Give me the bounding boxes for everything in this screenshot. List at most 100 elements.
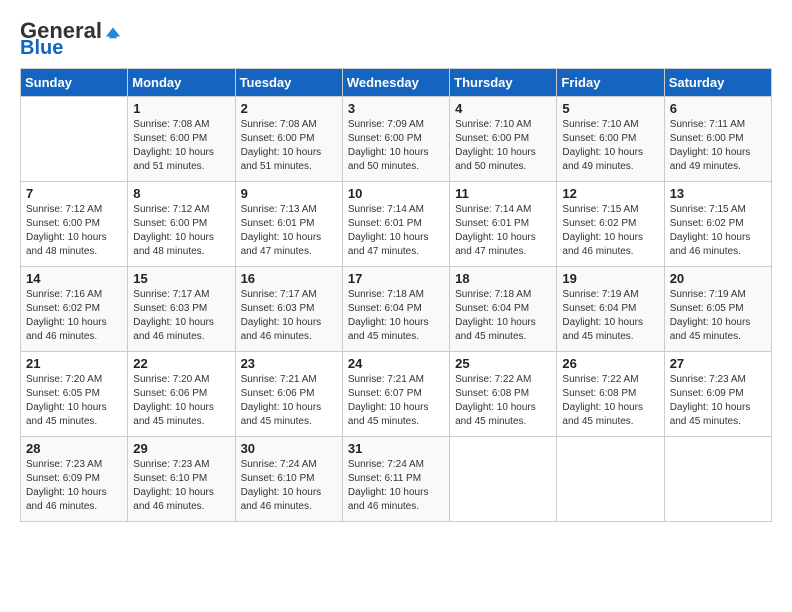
day-number: 15 [133, 271, 229, 286]
sunset-label: Sunset: 6:00 PM [455, 133, 529, 144]
sunset-label: Sunset: 6:01 PM [241, 218, 315, 229]
sunset-label: Sunset: 6:06 PM [133, 388, 207, 399]
calendar-cell: 2 Sunrise: 7:08 AM Sunset: 6:00 PM Dayli… [235, 97, 342, 182]
day-info: Sunrise: 7:13 AM Sunset: 6:01 PM Dayligh… [241, 203, 337, 259]
calendar-cell [450, 437, 557, 522]
sunset-label: Sunset: 6:00 PM [133, 133, 207, 144]
daylight-label: Daylight: 10 hours and 46 minutes. [241, 487, 322, 512]
day-info: Sunrise: 7:10 AM Sunset: 6:00 PM Dayligh… [455, 118, 551, 174]
daylight-label: Daylight: 10 hours and 48 minutes. [133, 232, 214, 257]
day-number: 28 [26, 441, 122, 456]
sunrise-label: Sunrise: 7:24 AM [348, 459, 424, 470]
sunrise-label: Sunrise: 7:24 AM [241, 459, 317, 470]
sunrise-label: Sunrise: 7:14 AM [455, 204, 531, 215]
day-info: Sunrise: 7:18 AM Sunset: 6:04 PM Dayligh… [348, 288, 444, 344]
day-info: Sunrise: 7:24 AM Sunset: 6:11 PM Dayligh… [348, 458, 444, 514]
sunset-label: Sunset: 6:09 PM [670, 388, 744, 399]
sunrise-label: Sunrise: 7:22 AM [562, 374, 638, 385]
sunset-label: Sunset: 6:04 PM [562, 303, 636, 314]
sunrise-label: Sunrise: 7:15 AM [562, 204, 638, 215]
day-number: 19 [562, 271, 658, 286]
day-info: Sunrise: 7:15 AM Sunset: 6:02 PM Dayligh… [670, 203, 766, 259]
logo: General Blue [20, 20, 122, 58]
calendar-week: 21 Sunrise: 7:20 AM Sunset: 6:05 PM Dayl… [21, 352, 772, 437]
day-number: 27 [670, 356, 766, 371]
daylight-label: Daylight: 10 hours and 46 minutes. [26, 317, 107, 342]
calendar-cell: 30 Sunrise: 7:24 AM Sunset: 6:10 PM Dayl… [235, 437, 342, 522]
day-info: Sunrise: 7:21 AM Sunset: 6:07 PM Dayligh… [348, 373, 444, 429]
sunrise-label: Sunrise: 7:14 AM [348, 204, 424, 215]
calendar-cell: 26 Sunrise: 7:22 AM Sunset: 6:08 PM Dayl… [557, 352, 664, 437]
daylight-label: Daylight: 10 hours and 46 minutes. [26, 487, 107, 512]
day-number: 30 [241, 441, 337, 456]
day-number: 12 [562, 186, 658, 201]
daylight-label: Daylight: 10 hours and 51 minutes. [133, 147, 214, 172]
day-number: 16 [241, 271, 337, 286]
calendar-cell: 3 Sunrise: 7:09 AM Sunset: 6:00 PM Dayli… [342, 97, 449, 182]
daylight-label: Daylight: 10 hours and 45 minutes. [455, 317, 536, 342]
calendar-cell: 21 Sunrise: 7:20 AM Sunset: 6:05 PM Dayl… [21, 352, 128, 437]
sunrise-label: Sunrise: 7:13 AM [241, 204, 317, 215]
calendar-cell: 19 Sunrise: 7:19 AM Sunset: 6:04 PM Dayl… [557, 267, 664, 352]
sunrise-label: Sunrise: 7:10 AM [455, 119, 531, 130]
day-info: Sunrise: 7:20 AM Sunset: 6:05 PM Dayligh… [26, 373, 122, 429]
day-info: Sunrise: 7:14 AM Sunset: 6:01 PM Dayligh… [348, 203, 444, 259]
weekday-header: Saturday [664, 69, 771, 97]
day-info: Sunrise: 7:15 AM Sunset: 6:02 PM Dayligh… [562, 203, 658, 259]
calendar-cell: 4 Sunrise: 7:10 AM Sunset: 6:00 PM Dayli… [450, 97, 557, 182]
sunset-label: Sunset: 6:00 PM [26, 218, 100, 229]
day-number: 17 [348, 271, 444, 286]
calendar-cell: 28 Sunrise: 7:23 AM Sunset: 6:09 PM Dayl… [21, 437, 128, 522]
calendar-cell: 12 Sunrise: 7:15 AM Sunset: 6:02 PM Dayl… [557, 182, 664, 267]
day-info: Sunrise: 7:23 AM Sunset: 6:09 PM Dayligh… [26, 458, 122, 514]
day-number: 14 [26, 271, 122, 286]
day-number: 22 [133, 356, 229, 371]
day-number: 3 [348, 101, 444, 116]
calendar-cell: 11 Sunrise: 7:14 AM Sunset: 6:01 PM Dayl… [450, 182, 557, 267]
sunset-label: Sunset: 6:07 PM [348, 388, 422, 399]
weekday-header: Wednesday [342, 69, 449, 97]
calendar-cell: 10 Sunrise: 7:14 AM Sunset: 6:01 PM Dayl… [342, 182, 449, 267]
sunset-label: Sunset: 6:05 PM [26, 388, 100, 399]
daylight-label: Daylight: 10 hours and 45 minutes. [348, 402, 429, 427]
calendar-cell: 7 Sunrise: 7:12 AM Sunset: 6:00 PM Dayli… [21, 182, 128, 267]
daylight-label: Daylight: 10 hours and 47 minutes. [241, 232, 322, 257]
sunset-label: Sunset: 6:05 PM [670, 303, 744, 314]
sunrise-label: Sunrise: 7:18 AM [348, 289, 424, 300]
calendar-cell: 23 Sunrise: 7:21 AM Sunset: 6:06 PM Dayl… [235, 352, 342, 437]
sunset-label: Sunset: 6:10 PM [241, 473, 315, 484]
daylight-label: Daylight: 10 hours and 45 minutes. [348, 317, 429, 342]
daylight-label: Daylight: 10 hours and 45 minutes. [562, 402, 643, 427]
calendar-week: 28 Sunrise: 7:23 AM Sunset: 6:09 PM Dayl… [21, 437, 772, 522]
day-info: Sunrise: 7:23 AM Sunset: 6:09 PM Dayligh… [670, 373, 766, 429]
sunrise-label: Sunrise: 7:18 AM [455, 289, 531, 300]
day-number: 11 [455, 186, 551, 201]
daylight-label: Daylight: 10 hours and 46 minutes. [133, 487, 214, 512]
calendar-cell: 15 Sunrise: 7:17 AM Sunset: 6:03 PM Dayl… [128, 267, 235, 352]
day-info: Sunrise: 7:09 AM Sunset: 6:00 PM Dayligh… [348, 118, 444, 174]
sunset-label: Sunset: 6:02 PM [670, 218, 744, 229]
day-info: Sunrise: 7:17 AM Sunset: 6:03 PM Dayligh… [241, 288, 337, 344]
day-number: 5 [562, 101, 658, 116]
day-info: Sunrise: 7:10 AM Sunset: 6:00 PM Dayligh… [562, 118, 658, 174]
sunrise-label: Sunrise: 7:21 AM [241, 374, 317, 385]
day-info: Sunrise: 7:14 AM Sunset: 6:01 PM Dayligh… [455, 203, 551, 259]
calendar-cell: 14 Sunrise: 7:16 AM Sunset: 6:02 PM Dayl… [21, 267, 128, 352]
calendar-cell: 5 Sunrise: 7:10 AM Sunset: 6:00 PM Dayli… [557, 97, 664, 182]
day-info: Sunrise: 7:11 AM Sunset: 6:00 PM Dayligh… [670, 118, 766, 174]
calendar-cell: 20 Sunrise: 7:19 AM Sunset: 6:05 PM Dayl… [664, 267, 771, 352]
daylight-label: Daylight: 10 hours and 46 minutes. [348, 487, 429, 512]
sunrise-label: Sunrise: 7:17 AM [241, 289, 317, 300]
day-info: Sunrise: 7:16 AM Sunset: 6:02 PM Dayligh… [26, 288, 122, 344]
calendar-week: 1 Sunrise: 7:08 AM Sunset: 6:00 PM Dayli… [21, 97, 772, 182]
calendar-cell [557, 437, 664, 522]
sunset-label: Sunset: 6:00 PM [241, 133, 315, 144]
daylight-label: Daylight: 10 hours and 46 minutes. [241, 317, 322, 342]
sunrise-label: Sunrise: 7:08 AM [133, 119, 209, 130]
day-info: Sunrise: 7:22 AM Sunset: 6:08 PM Dayligh… [455, 373, 551, 429]
weekday-header: Friday [557, 69, 664, 97]
page-header: General Blue [20, 20, 772, 58]
sunrise-label: Sunrise: 7:12 AM [26, 204, 102, 215]
weekday-header: Monday [128, 69, 235, 97]
day-number: 7 [26, 186, 122, 201]
